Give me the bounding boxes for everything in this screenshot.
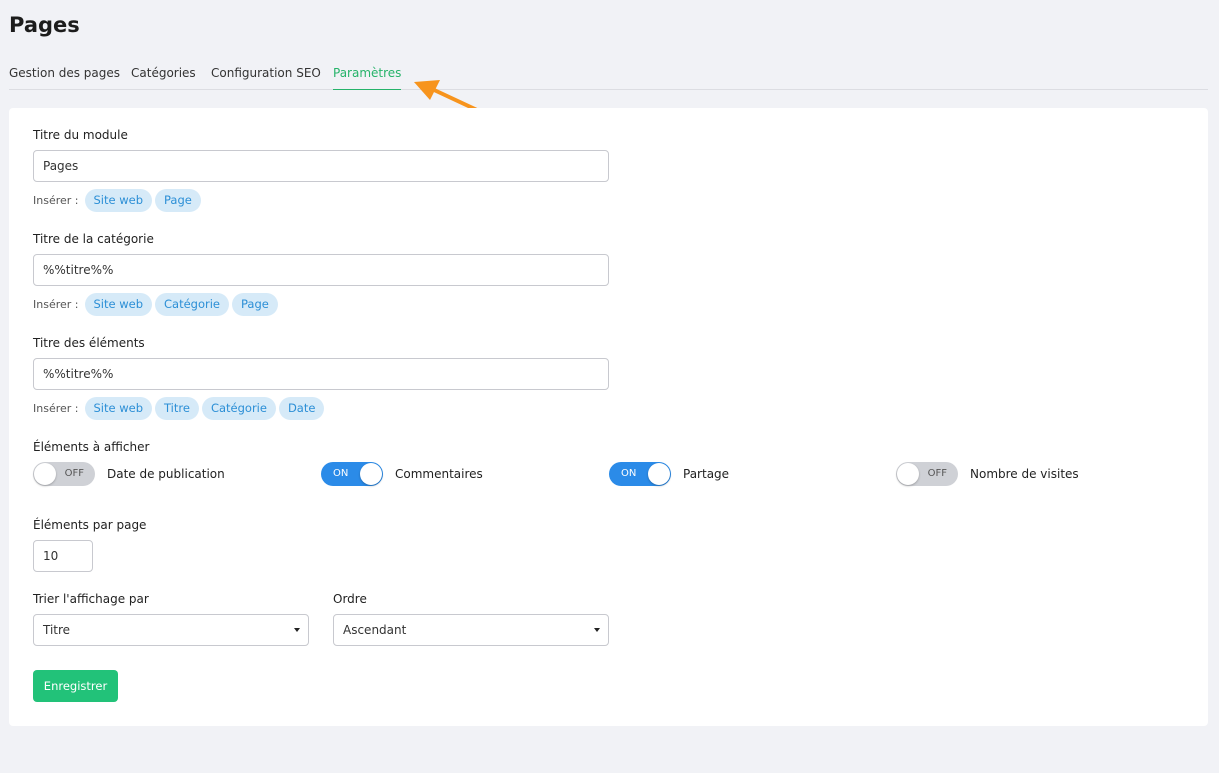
category-title-input[interactable]: %%titre%% bbox=[33, 254, 609, 286]
tab-configuration-seo[interactable]: Configuration SEO bbox=[211, 66, 321, 90]
order-value: Ascendant bbox=[343, 623, 407, 637]
toggle-nombre-visites-label: Nombre de visites bbox=[970, 467, 1079, 481]
toggle-state: OFF bbox=[64, 468, 84, 479]
order-label: Ordre bbox=[333, 592, 367, 606]
toggle-state: OFF bbox=[927, 468, 947, 479]
chip-site-web[interactable]: Site web bbox=[84, 188, 153, 212]
elements-title-label: Titre des éléments bbox=[33, 336, 145, 350]
sort-by-select[interactable]: Titre bbox=[33, 614, 309, 646]
toggle-knob bbox=[360, 463, 382, 485]
toggle-state: ON bbox=[333, 468, 349, 479]
module-title-insert-row: Insérer : Site web Page bbox=[33, 188, 204, 212]
module-title-input[interactable]: Pages bbox=[33, 150, 609, 182]
sort-by-value: Titre bbox=[43, 623, 71, 637]
toggle-partage-label: Partage bbox=[683, 467, 730, 481]
caret-down-icon bbox=[594, 628, 600, 632]
toggle-date-publication-label: Date de publication bbox=[107, 467, 225, 481]
chip-date[interactable]: Date bbox=[278, 396, 325, 420]
chip-categorie[interactable]: Catégorie bbox=[155, 292, 230, 316]
tab-categories[interactable]: Catégories bbox=[131, 66, 196, 90]
tab-bar: Gestion des pages Catégories Configurati… bbox=[9, 66, 1208, 90]
toggle-commentaires[interactable]: ON bbox=[321, 462, 383, 486]
per-page-label: Éléments par page bbox=[33, 518, 147, 532]
insert-label: Insérer : bbox=[33, 193, 79, 207]
chip-categorie[interactable]: Catégorie bbox=[201, 396, 276, 420]
display-elements-label: Éléments à afficher bbox=[33, 440, 150, 454]
order-select[interactable]: Ascendant bbox=[333, 614, 609, 646]
toggle-commentaires-label: Commentaires bbox=[395, 467, 483, 481]
page-title: Pages bbox=[9, 13, 80, 37]
caret-down-icon bbox=[294, 628, 300, 632]
chip-page[interactable]: Page bbox=[232, 292, 278, 316]
save-button[interactable]: Enregistrer bbox=[33, 670, 118, 702]
module-title-label: Titre du module bbox=[33, 128, 128, 142]
chip-titre[interactable]: Titre bbox=[155, 396, 199, 420]
toggle-knob bbox=[34, 463, 56, 485]
sort-by-label: Trier l'affichage par bbox=[33, 592, 149, 606]
tab-parametres[interactable]: Paramètres bbox=[333, 66, 402, 90]
toggle-nombre-visites[interactable]: OFF bbox=[896, 462, 958, 486]
chip-site-web[interactable]: Site web bbox=[84, 396, 153, 420]
per-page-input[interactable]: 10 bbox=[33, 540, 93, 572]
elements-title-input[interactable]: %%titre%% bbox=[33, 358, 609, 390]
toggle-knob bbox=[648, 463, 670, 485]
insert-label: Insérer : bbox=[33, 297, 79, 311]
category-title-insert-row: Insérer : Site web Catégorie Page bbox=[33, 292, 281, 316]
insert-label: Insérer : bbox=[33, 401, 79, 415]
toggle-date-publication[interactable]: OFF bbox=[33, 462, 95, 486]
toggle-state: ON bbox=[621, 468, 637, 479]
elements-title-insert-row: Insérer : Site web Titre Catégorie Date bbox=[33, 396, 327, 420]
toggle-partage[interactable]: ON bbox=[609, 462, 671, 486]
category-title-label: Titre de la catégorie bbox=[33, 232, 154, 246]
settings-card: Titre du module Pages Insérer : Site web… bbox=[9, 108, 1208, 726]
toggle-knob bbox=[897, 463, 919, 485]
chip-site-web[interactable]: Site web bbox=[84, 292, 153, 316]
tab-gestion-des-pages[interactable]: Gestion des pages bbox=[9, 66, 120, 90]
chip-page[interactable]: Page bbox=[155, 188, 201, 212]
